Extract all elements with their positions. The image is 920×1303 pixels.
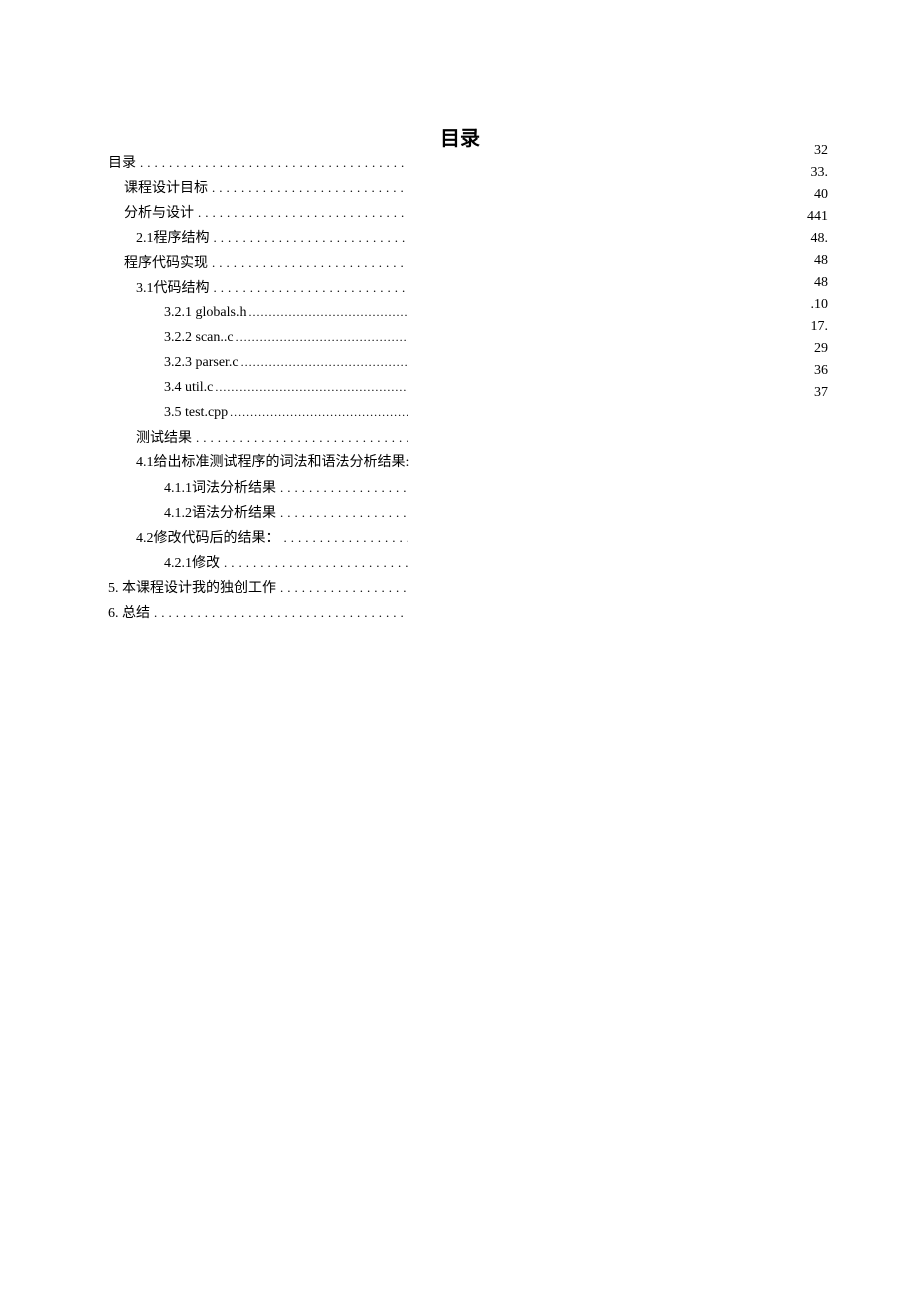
toc-leader-dots: ........................................… — [210, 225, 409, 250]
page-number: 40 — [807, 184, 828, 206]
page-number: 32 — [807, 140, 828, 162]
toc-label: 6. 总结 — [108, 601, 150, 626]
toc-label: 3.2.2 scan..c — [164, 325, 234, 350]
toc-entry: 测试结果....................................… — [108, 425, 408, 450]
toc-entry: 3.2.2 scan..c...........................… — [108, 325, 408, 350]
toc-leader-dots: ........................................… — [276, 575, 408, 600]
toc-leader-dots: ........................................… — [210, 275, 409, 300]
toc-leader-dots: ........................................… — [234, 325, 408, 350]
toc-entry: 4.2.1修改.................................… — [108, 550, 408, 575]
toc-entry: 5. 本课程设计我的独创工作..........................… — [108, 575, 408, 600]
toc-leader-dots: ........................................… — [239, 350, 408, 375]
toc-label: 3.1代码结构 — [136, 276, 210, 301]
toc-label: 4.1.1词法分析结果 — [164, 476, 276, 501]
toc-entry: 分析与设计...................................… — [108, 200, 408, 225]
toc-entry: 程序代码实现..................................… — [108, 250, 408, 275]
toc-label: 4.1给出标准测试程序的词法和语法分析结果: — [136, 450, 409, 475]
page-number: 48. — [807, 228, 828, 250]
toc-leader-dots: ........................................… — [276, 475, 408, 500]
toc-label: 测试结果 — [136, 426, 192, 451]
toc-leader-dots: ........................................… — [220, 550, 408, 575]
page-number-column: 3233.4044148.4848.1017.293637 — [807, 140, 828, 404]
page-number: 48 — [807, 272, 828, 294]
toc-entry: 3.2.1 globals.h.........................… — [108, 300, 408, 325]
toc-leader-dots: ........................................… — [192, 425, 408, 450]
toc-leader-dots: ........................................… — [150, 600, 408, 625]
toc-label: 2.1程序结构 — [136, 226, 210, 251]
toc-label: 3.4 util.c — [164, 375, 213, 400]
toc-leader-dots: ........................................… — [246, 300, 408, 325]
toc-entry: 6. 总结...................................… — [108, 600, 408, 625]
page-number: 33. — [807, 162, 828, 184]
page-title: 目录 — [0, 0, 920, 159]
toc-leader-dots: ........................................… — [280, 525, 409, 550]
page-number: 17. — [807, 316, 828, 338]
toc-label: 目录 — [108, 151, 136, 176]
page-number: .10 — [807, 294, 828, 316]
toc-leader-dots: ........................................… — [213, 375, 408, 400]
toc-leader-dots: ........................................… — [276, 500, 408, 525]
toc-entry: 目录......................................… — [108, 150, 408, 175]
table-of-contents: 目录......................................… — [108, 150, 408, 625]
toc-leader-dots: ........................................… — [208, 175, 408, 200]
toc-entry: 4.2修改代码后的结果：............................… — [108, 525, 408, 550]
toc-entry: 2.1程序结构.................................… — [108, 225, 408, 250]
page-number: 441 — [807, 206, 828, 228]
toc-label: 4.2修改代码后的结果： — [136, 526, 280, 551]
page-number: 48 — [807, 250, 828, 272]
toc-entry: 3.5 test.cpp............................… — [108, 400, 408, 425]
toc-label: 程序代码实现 — [124, 251, 208, 276]
toc-entry: 4.1.1词法分析结果.............................… — [108, 475, 408, 500]
toc-leader-dots: ........................................… — [228, 400, 408, 425]
page-number: 36 — [807, 360, 828, 382]
toc-leader-dots: ........................................… — [208, 250, 408, 275]
toc-label: 3.2.3 parser.c — [164, 350, 239, 375]
toc-entry: 4.1给出标准测试程序的词法和语法分析结果: — [108, 450, 408, 475]
toc-leader-dots: ........................................… — [194, 200, 408, 225]
toc-label: 分析与设计 — [124, 201, 194, 226]
toc-label: 3.2.1 globals.h — [164, 300, 246, 325]
page-number: 29 — [807, 338, 828, 360]
toc-label: 课程设计目标 — [124, 176, 208, 201]
toc-label: 4.1.2语法分析结果 — [164, 501, 276, 526]
toc-label: 5. 本课程设计我的独创工作 — [108, 576, 276, 601]
toc-entry: 课程设计目标..................................… — [108, 175, 408, 200]
page-number: 37 — [807, 382, 828, 404]
toc-entry: 3.4 util.c..............................… — [108, 375, 408, 400]
toc-entry: 3.1代码结构.................................… — [108, 275, 408, 300]
toc-leader-dots: ........................................… — [136, 150, 408, 175]
toc-entry: 3.2.3 parser.c..........................… — [108, 350, 408, 375]
toc-entry: 4.1.2语法分析结果.............................… — [108, 500, 408, 525]
toc-label: 4.2.1修改 — [164, 551, 220, 576]
toc-label: 3.5 test.cpp — [164, 400, 228, 425]
